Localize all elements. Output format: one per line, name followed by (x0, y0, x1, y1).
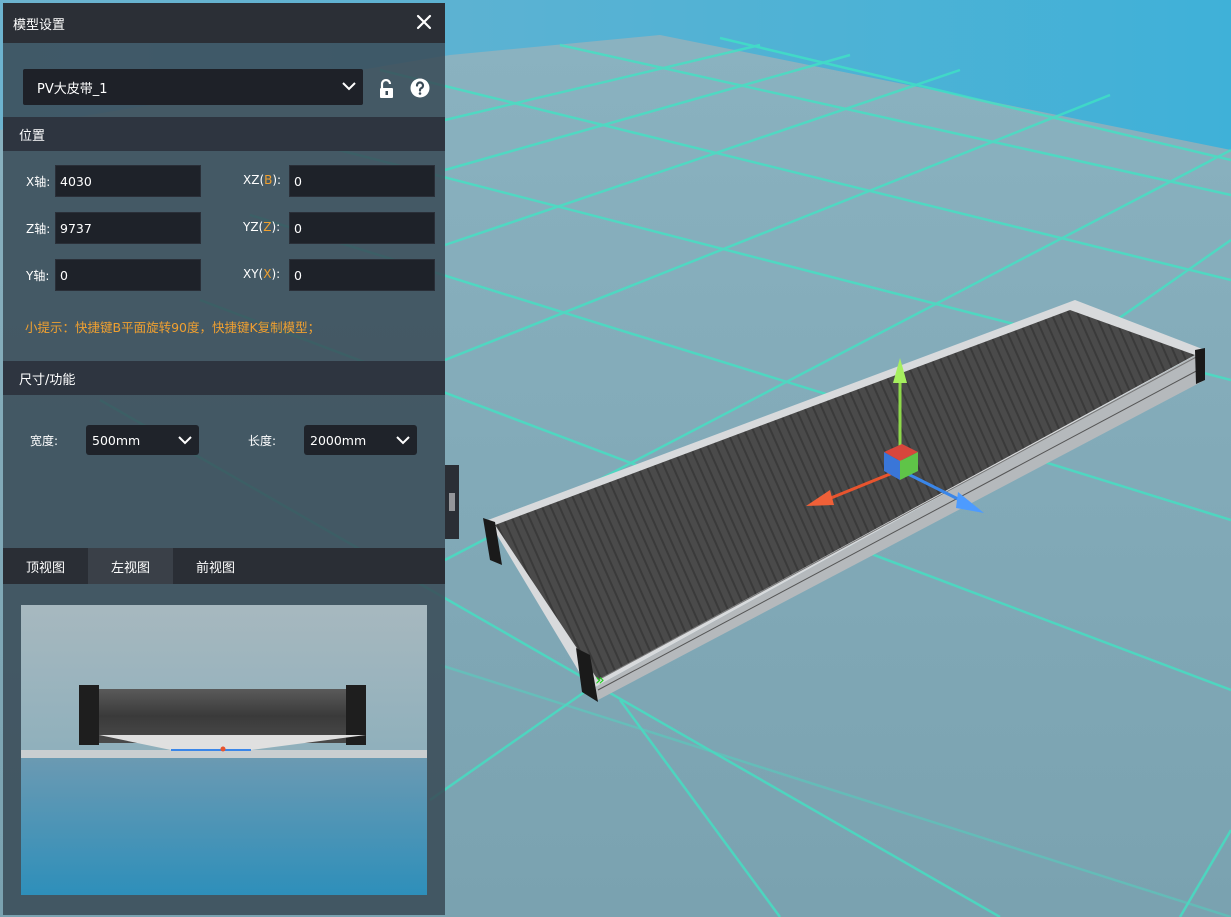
panel-title: 模型设置 (13, 17, 66, 33)
view-preview (21, 605, 427, 895)
help-icon[interactable] (410, 78, 430, 98)
chevron-down-icon (178, 436, 192, 445)
position-section-title: 位置 (19, 128, 46, 144)
width-label: 宽度: (30, 434, 59, 448)
panel-splitter[interactable] (445, 465, 459, 539)
yz-rotation-label: YZ(Z): (243, 220, 281, 234)
size-section-title: 尺寸/功能 (19, 372, 76, 388)
xz-rotation-label: XZ(B): (243, 173, 282, 187)
splitter-grip-icon (449, 493, 455, 511)
y-axis-label: Y轴: (26, 269, 50, 283)
view-tabs: 顶视图 左视图 前视图 (3, 548, 445, 584)
length-select[interactable]: 2000mm (304, 425, 417, 455)
x-axis-label: X轴: (26, 175, 51, 189)
tab-left-view[interactable]: 左视图 (88, 548, 173, 584)
unlock-icon[interactable] (378, 79, 396, 99)
length-select-value: 2000mm (310, 432, 367, 448)
yz-rotation-input[interactable] (289, 212, 435, 244)
y-axis-input[interactable] (55, 259, 201, 291)
xy-rotation-input[interactable] (289, 259, 435, 291)
chevron-down-icon (396, 436, 410, 445)
chevron-down-icon (342, 82, 356, 91)
svg-text:»: » (595, 670, 605, 689)
shortcut-hint: 小提示：快捷键B平面旋转90度，快捷键K复制模型； (25, 320, 321, 335)
width-select[interactable]: 500mm (86, 425, 199, 455)
length-label: 长度: (248, 434, 277, 448)
model-select[interactable]: PV大皮带_1 (23, 69, 363, 105)
close-icon[interactable] (415, 13, 433, 31)
z-axis-input[interactable] (55, 212, 201, 244)
model-settings-panel: 模型设置 PV大皮带_1 位置 X轴: XZ(B): Z轴: YZ(Z): Y轴… (3, 3, 445, 915)
xz-rotation-input[interactable] (289, 165, 435, 197)
width-select-value: 500mm (92, 432, 141, 448)
z-axis-label: Z轴: (26, 222, 51, 236)
panel-title-bar: 模型设置 (3, 3, 445, 43)
size-section-header: 尺寸/功能 (3, 361, 445, 395)
tab-top-view[interactable]: 顶视图 (3, 548, 88, 584)
model-select-value: PV大皮带_1 (37, 81, 108, 97)
tab-front-view[interactable]: 前视图 (173, 548, 258, 584)
x-axis-input[interactable] (55, 165, 201, 197)
position-section-header: 位置 (3, 117, 445, 151)
xy-rotation-label: XY(X): (243, 267, 281, 281)
